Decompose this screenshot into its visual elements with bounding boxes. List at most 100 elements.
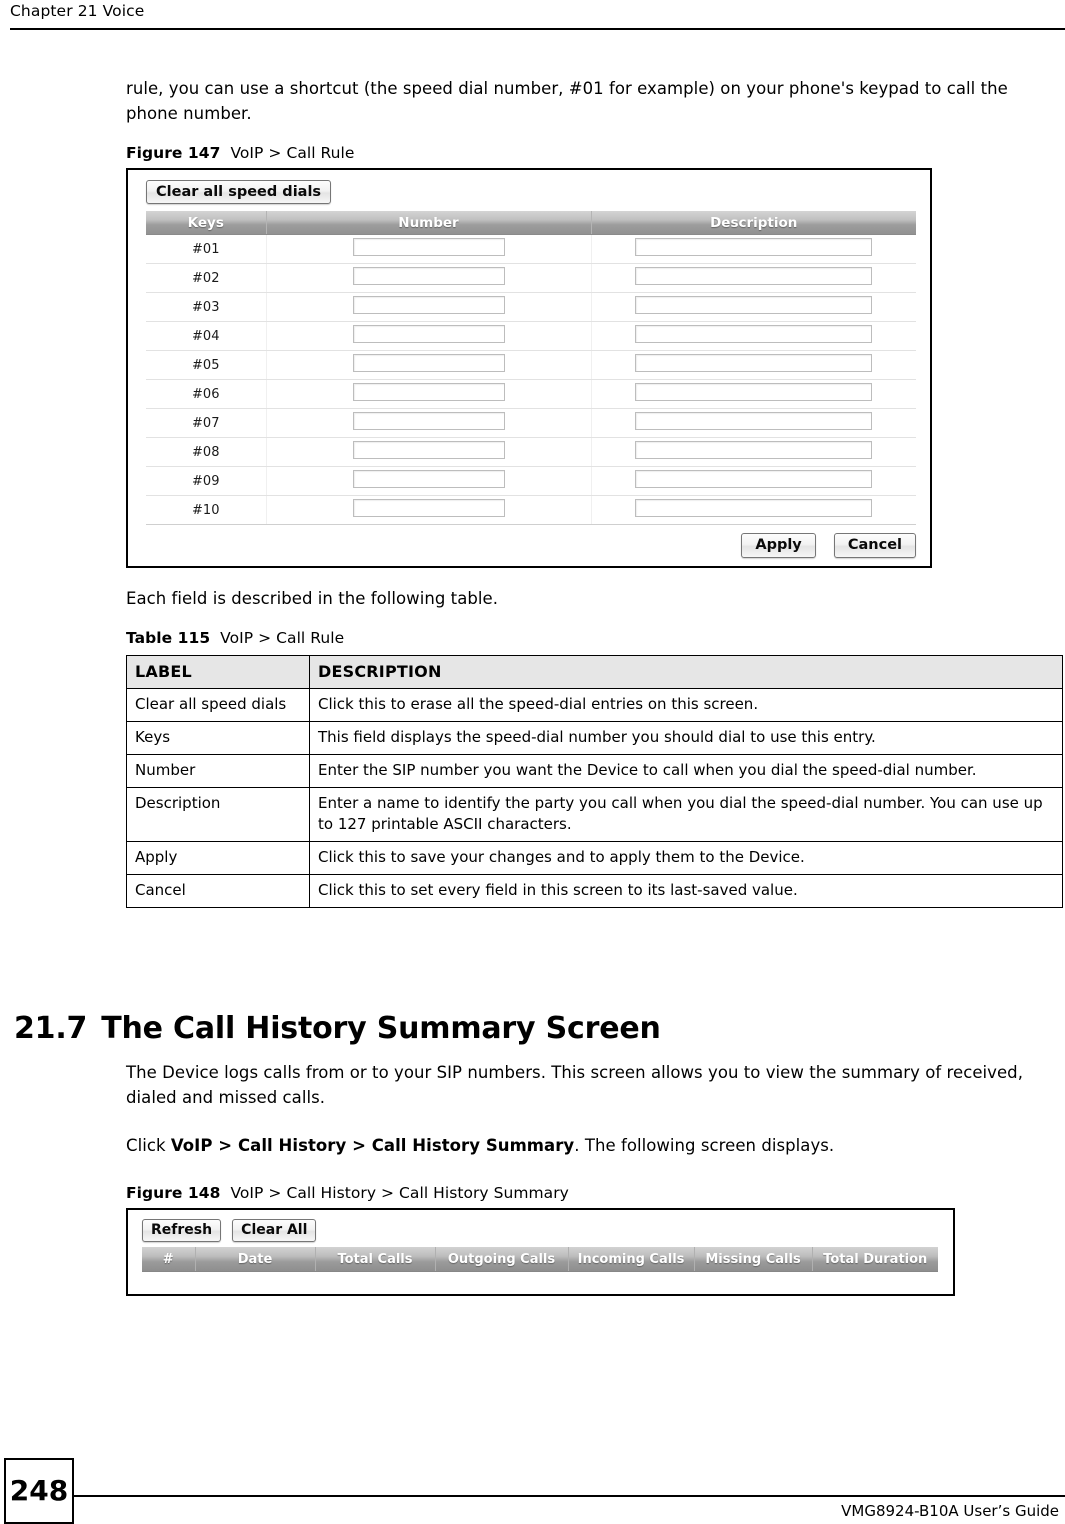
table-115-header-label: LABEL bbox=[126, 655, 310, 689]
figure-148-title: VoIP > Call History > Call History Summa… bbox=[230, 1184, 569, 1202]
section-paragraph-2: Click VoIP > Call History > Call History… bbox=[126, 1133, 1062, 1158]
speed-dial-key: #08 bbox=[146, 437, 267, 467]
click-suffix: . The following screen displays. bbox=[574, 1136, 835, 1155]
menu-path: VoIP > Call History > Call History Summa… bbox=[170, 1136, 575, 1155]
figure-147-label: Figure 147 bbox=[126, 144, 221, 162]
speed-dial-description-input[interactable] bbox=[635, 267, 873, 285]
speed-dial-row: #08 bbox=[146, 437, 916, 467]
call-history-column-header: # bbox=[142, 1247, 196, 1272]
guide-name: VMG8924-B10A User’s Guide bbox=[841, 1502, 1059, 1520]
speed-dial-table: Keys Number Description #01 #02 #03 #04 #05 #… bbox=[146, 211, 916, 525]
speed-dial-description-cell bbox=[591, 292, 916, 322]
speed-dial-description-cell bbox=[591, 379, 916, 409]
speed-dial-number-input[interactable] bbox=[352, 238, 505, 256]
speed-dial-number-cell bbox=[266, 437, 592, 467]
speed-dial-description-cell bbox=[591, 350, 916, 380]
speed-dial-number-input[interactable] bbox=[352, 470, 505, 488]
speed-dial-key: #01 bbox=[146, 234, 267, 264]
section-heading-21-7: 21.7 The Call History Summary Screen bbox=[14, 1011, 661, 1046]
clear-all-button[interactable]: Clear All bbox=[232, 1219, 317, 1242]
speed-dial-description-input[interactable] bbox=[635, 296, 873, 314]
table-115-row: Cancel Click this to set every field in t… bbox=[126, 874, 1063, 908]
speed-dial-number-cell bbox=[266, 466, 592, 496]
speed-dial-number-cell bbox=[266, 263, 592, 293]
speed-dial-number-input[interactable] bbox=[352, 499, 505, 517]
table-115-description-cell: This field displays the speed-dial numbe… bbox=[309, 721, 1063, 755]
table-115-row: Apply Click this to save your changes and… bbox=[126, 841, 1063, 875]
speed-dial-number-input[interactable] bbox=[352, 383, 505, 401]
speed-dial-number-input[interactable] bbox=[352, 354, 505, 372]
table-115-caption: Table 115 VoIP > Call Rule bbox=[126, 629, 344, 647]
table-115-label-cell: Cancel bbox=[126, 874, 310, 908]
figure-147-screenshot: Clear all speed dials Keys Number Descri… bbox=[126, 168, 932, 568]
speed-dial-row: #02 bbox=[146, 263, 916, 293]
section-paragraph-1: The Device logs calls from or to your SI… bbox=[126, 1063, 1023, 1107]
speed-dial-number-cell bbox=[266, 234, 592, 264]
speed-dial-number-input[interactable] bbox=[352, 441, 505, 459]
figure-148-screenshot: Refresh Clear All # Date Total Calls Outgoi… bbox=[126, 1208, 955, 1296]
speed-dial-row: #06 bbox=[146, 379, 916, 409]
speed-dial-description-input[interactable] bbox=[635, 383, 873, 401]
speed-dial-key: #09 bbox=[146, 466, 267, 496]
column-header-number: Number bbox=[266, 211, 592, 235]
call-history-column-header: Date bbox=[195, 1247, 316, 1272]
cancel-button[interactable]: Cancel bbox=[833, 533, 916, 558]
speed-dial-description-input[interactable] bbox=[635, 238, 873, 256]
speed-dial-header-row: Keys Number Description bbox=[146, 211, 916, 235]
click-prefix: Click bbox=[126, 1136, 171, 1155]
table-115-title: VoIP > Call Rule bbox=[220, 629, 345, 647]
speed-dial-description-input[interactable] bbox=[635, 499, 873, 517]
speed-dial-number-input[interactable] bbox=[352, 325, 505, 343]
call-history-column-header: Total Calls bbox=[315, 1247, 436, 1272]
speed-dial-description-input[interactable] bbox=[635, 325, 873, 343]
page-number-box: 248 bbox=[4, 1458, 74, 1524]
column-header-keys: Keys bbox=[146, 211, 267, 235]
speed-dial-description-input[interactable] bbox=[635, 412, 873, 430]
table-115-description-cell: Click this to erase all the speed-dial e… bbox=[309, 688, 1063, 722]
call-history-column-header: Outgoing Calls bbox=[435, 1247, 569, 1272]
clear-all-speed-dials-button[interactable]: Clear all speed dials bbox=[146, 180, 332, 204]
table-115-row: Number Enter the SIP number you want the … bbox=[126, 754, 1063, 788]
speed-dial-key: #07 bbox=[146, 408, 267, 438]
call-history-column-header: Incoming Calls bbox=[568, 1247, 695, 1272]
call-history-column-header: Missing Calls bbox=[694, 1247, 813, 1272]
speed-dial-number-input[interactable] bbox=[352, 412, 505, 430]
apply-button[interactable]: Apply bbox=[741, 533, 816, 558]
figure-148-label: Figure 148 bbox=[126, 1184, 221, 1202]
speed-dial-number-input[interactable] bbox=[352, 296, 505, 314]
table-115-label-cell: Keys bbox=[126, 721, 310, 755]
speed-dial-number-cell bbox=[266, 495, 592, 525]
speed-dial-description-input[interactable] bbox=[635, 441, 873, 459]
page-number: 248 bbox=[9, 1474, 69, 1507]
figure-147-action-bar: Apply Cancel bbox=[728, 533, 916, 558]
speed-dial-description-cell bbox=[591, 437, 916, 467]
table-115-description-cell: Enter the SIP number you want the Device… bbox=[309, 754, 1063, 788]
speed-dial-number-cell bbox=[266, 408, 592, 438]
table-115-label-cell: Description bbox=[126, 787, 310, 842]
figure-147-caption: Figure 147 VoIP > Call Rule bbox=[126, 144, 355, 162]
speed-dial-description-input[interactable] bbox=[635, 470, 873, 488]
speed-dial-key: #03 bbox=[146, 292, 267, 322]
speed-dial-number-cell bbox=[266, 321, 592, 351]
speed-dial-description-cell bbox=[591, 408, 916, 438]
speed-dial-description-cell bbox=[591, 263, 916, 293]
speed-dial-description-cell bbox=[591, 466, 916, 496]
refresh-button[interactable]: Refresh bbox=[142, 1219, 222, 1242]
speed-dial-row: #10 bbox=[146, 495, 916, 525]
speed-dial-description-input[interactable] bbox=[635, 354, 873, 372]
table-115-header-description: DESCRIPTION bbox=[309, 655, 1063, 689]
speed-dial-row: #09 bbox=[146, 466, 916, 496]
speed-dial-key: #06 bbox=[146, 379, 267, 409]
call-history-column-header: Total Duration bbox=[812, 1247, 938, 1272]
figure-147-title: VoIP > Call Rule bbox=[230, 144, 355, 162]
table-115-row: Keys This field displays the speed-dial n… bbox=[126, 721, 1063, 755]
speed-dial-number-input[interactable] bbox=[352, 267, 505, 285]
speed-dial-description-cell bbox=[591, 234, 916, 264]
column-header-description: Description bbox=[591, 211, 916, 235]
intro-paragraph: rule, you can use a shortcut (the speed … bbox=[126, 79, 1008, 123]
speed-dial-key: #05 bbox=[146, 350, 267, 380]
speed-dial-row: #07 bbox=[146, 408, 916, 438]
call-history-header-row: # Date Total Calls Outgoing Calls Incoming C… bbox=[142, 1247, 938, 1272]
header-divider bbox=[10, 28, 1065, 30]
each-field-paragraph: Each field is described in the following… bbox=[126, 589, 499, 608]
